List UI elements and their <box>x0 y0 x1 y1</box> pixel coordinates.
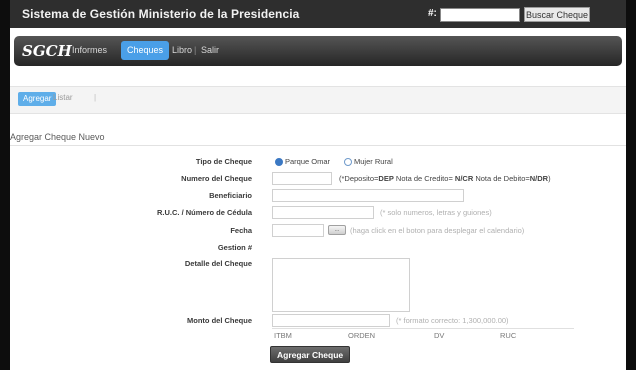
tipo-cheque-label: Tipo de Cheque <box>195 157 252 166</box>
radio-mujer-rural[interactable] <box>344 158 352 166</box>
search-label: #: <box>428 8 437 19</box>
detalle-textarea[interactable] <box>272 258 410 312</box>
nav-item-cheques[interactable]: Cheques <box>121 41 170 60</box>
monto-label: Monto del Cheque <box>187 316 252 325</box>
numero-cheque-hint: (*Deposito=DEP Nota de Credito= N/CR Not… <box>339 174 551 183</box>
brand-logo: SGCH <box>22 42 72 60</box>
ruc-input[interactable] <box>272 206 374 219</box>
subtabs-bar: Agregar Listar | <box>10 86 626 114</box>
radio-parque-omar[interactable] <box>275 158 283 166</box>
gestion-label: Gestion # <box>217 243 252 252</box>
subtab-separator: | <box>94 93 97 102</box>
radio-parque-omar-label: Parque Omar <box>285 157 331 166</box>
calendar-button[interactable]: ... <box>328 225 346 235</box>
search-cheque-button[interactable]: Buscar Cheque <box>524 7 590 22</box>
beneficiario-label: Beneficiario <box>209 191 252 200</box>
app-title: Sistema de Gestión Ministerio de la Pres… <box>22 7 300 21</box>
numero-cheque-input[interactable] <box>272 172 332 185</box>
monto-divider <box>272 328 574 329</box>
main-navbar: SGCH Informes Cheques Libro | Salir <box>14 36 622 66</box>
search-cheque-input[interactable] <box>440 8 520 22</box>
nav-item-salir[interactable]: Salir <box>201 45 219 55</box>
col-orden: ORDEN <box>348 331 376 340</box>
radio-mujer-rural-label: Mujer Rural <box>354 157 393 166</box>
nav-item-libro[interactable]: Libro <box>172 45 192 55</box>
nav-separator: | <box>194 45 197 55</box>
col-dv: DV <box>434 331 445 340</box>
section-title: Agregar Cheque Nuevo <box>10 132 105 142</box>
monto-input[interactable] <box>272 314 390 327</box>
numero-cheque-label: Numero del Cheque <box>181 174 252 183</box>
app-window: Sistema de Gestión Ministerio de la Pres… <box>0 0 636 370</box>
tab-agregar[interactable]: Agregar <box>18 92 57 106</box>
fecha-hint: (haga click en el boton para desplegar e… <box>350 226 525 235</box>
fecha-input[interactable] <box>272 224 324 237</box>
nav-item-informes[interactable]: Informes <box>72 45 107 55</box>
beneficiario-input[interactable] <box>272 189 464 202</box>
col-itbm: ITBM <box>274 331 292 340</box>
ruc-label: R.U.C. / Número de Cédula <box>156 208 252 217</box>
detalle-label: Detalle del Cheque <box>184 259 252 268</box>
top-header-bar: Sistema de Gestión Ministerio de la Pres… <box>10 0 626 28</box>
ruc-hint: (* solo numeros, letras y guiones) <box>380 208 492 217</box>
tab-listar[interactable]: Listar <box>53 93 73 102</box>
col-ruc: RUC <box>500 331 517 340</box>
monto-hint: (* formato correcto: 1,300,000.00) <box>396 316 509 325</box>
agregar-cheque-button[interactable]: Agregar Cheque <box>270 346 351 363</box>
section-divider <box>10 145 626 146</box>
fecha-label: Fecha <box>230 226 252 235</box>
